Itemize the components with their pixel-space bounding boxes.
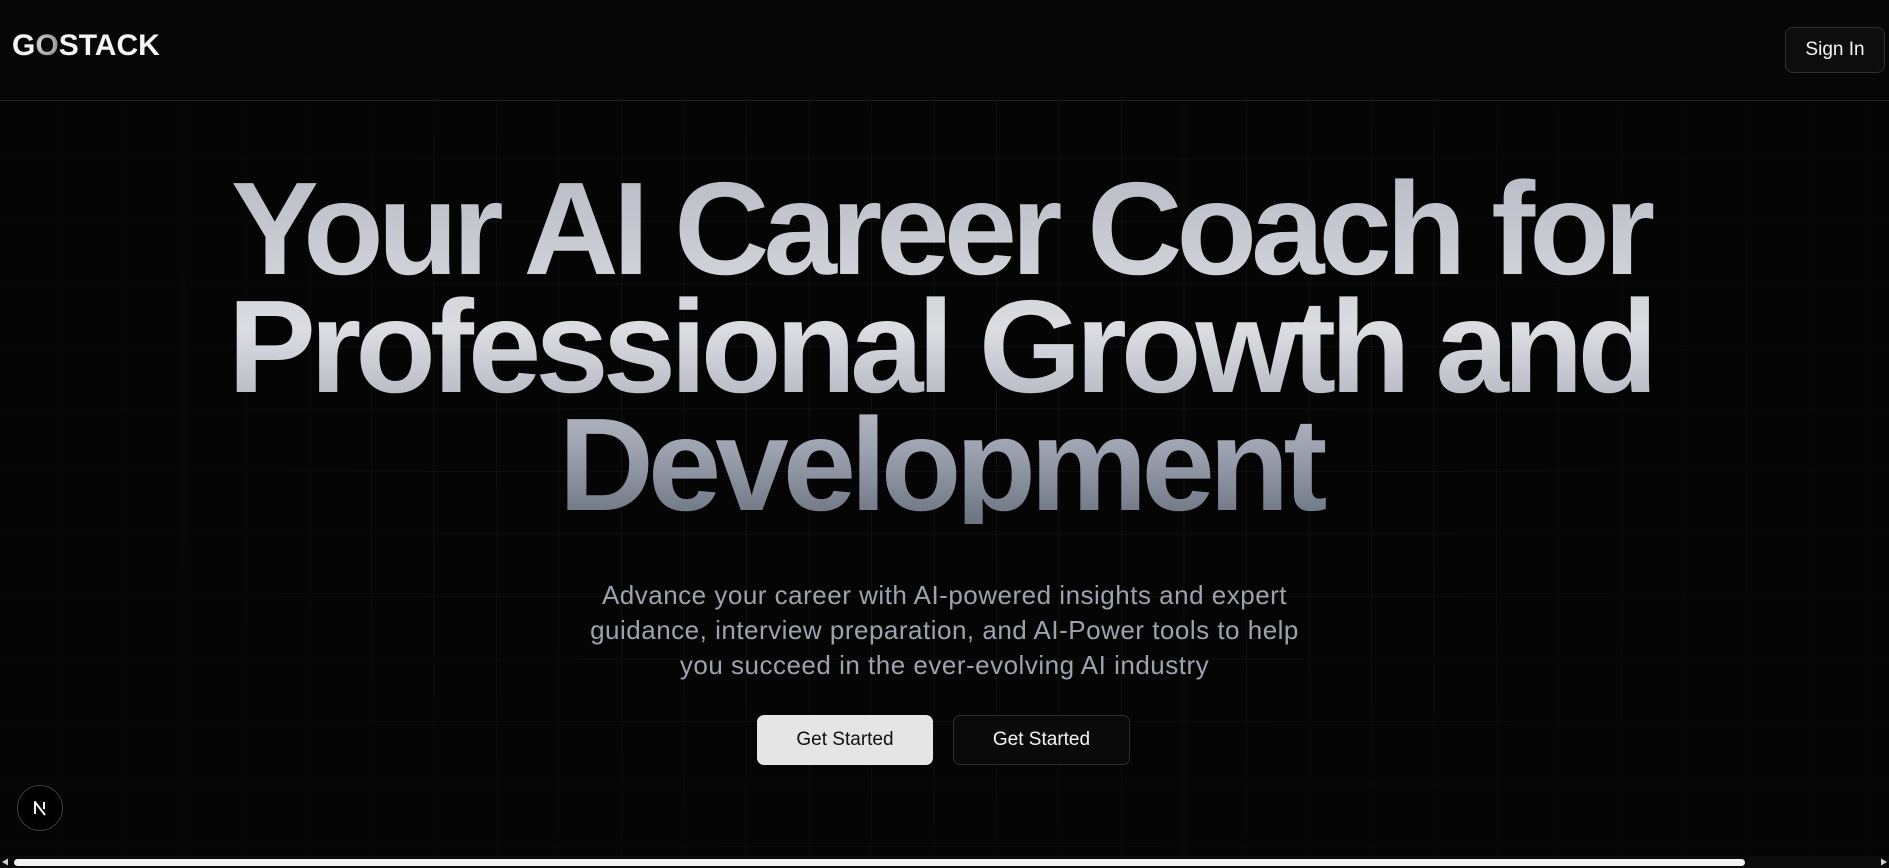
hero-title: Your AI Career Coach for Professional Gr… — [200, 170, 1680, 524]
triangle-right-icon[interactable] — [1879, 858, 1889, 866]
hero-title-line-3: Development — [558, 391, 1322, 538]
logo-prefix: G — [12, 29, 36, 62]
logo-sphere-letter: O — [35, 29, 59, 62]
nextjs-logo-icon[interactable] — [17, 785, 63, 831]
get-started-secondary-button[interactable]: Get Started — [953, 715, 1130, 765]
triangle-left-icon[interactable] — [0, 858, 10, 866]
gostack-logo[interactable]: GOSTACK — [12, 29, 160, 63]
hero-subtitle: Advance your career with AI-powered insi… — [590, 580, 1299, 680]
sign-in-button[interactable]: Sign In — [1785, 27, 1885, 73]
scrollbar-thumb[interactable] — [14, 859, 1745, 866]
nextjs-logo-glyph — [34, 801, 46, 816]
horizontal-scrollbar[interactable] — [0, 856, 1889, 868]
logo-suffix: STACK — [58, 29, 160, 62]
get-started-primary-button[interactable]: Get Started — [757, 715, 933, 765]
top-navbar: GOSTACK Sign In — [0, 0, 1889, 101]
